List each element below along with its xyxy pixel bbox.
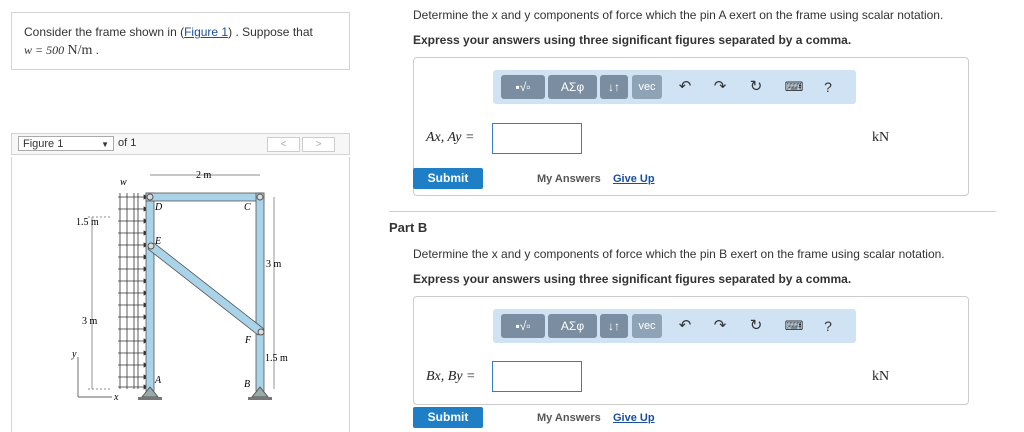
prev-figure-button[interactable]: <	[267, 137, 300, 152]
partB-question: Determine the x and y components of forc…	[413, 247, 945, 261]
part-divider	[389, 211, 996, 212]
member-CB	[255, 192, 265, 392]
help-button[interactable]: ?	[817, 314, 839, 338]
keyboard-icon[interactable]: ⌨	[783, 75, 805, 99]
figure-count: of 1	[118, 137, 137, 149]
figure-panel: w D C E F A B x y 2 m 1.5 m 3 m 3 m 1.5 …	[11, 157, 350, 432]
partA-submit-button[interactable]: Submit	[413, 168, 483, 189]
pin-D	[146, 193, 154, 201]
label-C: C	[244, 202, 251, 213]
partA-template-button[interactable]: ▪√▫	[501, 75, 545, 99]
figure-nav-bar: Figure 1 ▼ of 1 < >	[11, 133, 350, 155]
partA-my-answers-link[interactable]: My Answers	[537, 173, 601, 185]
partB-arrows-button[interactable]: ↓↑	[600, 314, 628, 338]
keyboard-icon[interactable]: ⌨	[783, 314, 805, 338]
partB-submit-button[interactable]: Submit	[413, 407, 483, 428]
dim-1-5-left: 1.5 m	[76, 217, 99, 228]
distributed-load	[119, 193, 139, 389]
redo-icon[interactable]: ↷	[709, 314, 731, 338]
template-icon: ▪√▫	[515, 80, 531, 94]
pin-F	[257, 328, 265, 336]
chevron-down-icon: ▼	[101, 140, 109, 149]
problem-intro: Consider the frame shown in (Figure 1) .…	[24, 25, 313, 39]
support-B	[248, 386, 272, 400]
partA-give-up-link[interactable]: Give Up	[613, 173, 655, 185]
member-DC	[145, 192, 265, 202]
pin-C	[256, 193, 264, 201]
partA-instruction: Express your answers using three signifi…	[413, 33, 852, 47]
partB-give-up-link[interactable]: Give Up	[613, 412, 655, 424]
label-x: x	[113, 392, 119, 403]
partA-vec-button[interactable]: vec	[632, 75, 662, 99]
frame-diagram: w D C E F A B x y 2 m 1.5 m 3 m 3 m 1.5 …	[71, 170, 288, 403]
problem-load: w = 500 N/m .	[24, 43, 100, 58]
pin-E	[147, 242, 155, 250]
partB-answer-input[interactable]	[492, 361, 582, 392]
reset-icon[interactable]: ↻	[745, 314, 767, 338]
dim-3-left: 3 m	[82, 316, 98, 327]
member-AD	[145, 192, 155, 392]
partB-title: Part B	[389, 220, 428, 235]
undo-icon[interactable]: ↶	[674, 314, 696, 338]
figure-link[interactable]: Figure 1	[184, 25, 228, 39]
label-w: w	[120, 177, 127, 188]
label-E: E	[154, 236, 161, 247]
help-button[interactable]: ?	[817, 75, 839, 99]
label-y: y	[71, 349, 77, 360]
label-F: F	[244, 335, 252, 346]
label-A: A	[154, 375, 162, 386]
partB-answer-panel: ▪√▫ ΑΣφ ↓↑ vec ↶ ↷ ↻ ⌨ ? Bx, By = kN	[413, 296, 969, 405]
load-arrows	[118, 194, 149, 390]
partA-greek-button[interactable]: ΑΣφ	[548, 75, 597, 99]
partB-vec-button[interactable]: vec	[632, 314, 662, 338]
partA-toolbar: ▪√▫ ΑΣφ ↓↑ vec ↶ ↷ ↻ ⌨ ?	[493, 70, 856, 104]
partA-unit: kN	[872, 130, 890, 145]
partB-unit: kN	[872, 369, 890, 384]
support-A	[138, 386, 162, 400]
label-D: D	[154, 202, 163, 213]
dim-1-5-right: 1.5 m	[265, 353, 288, 364]
label-B: B	[244, 379, 250, 390]
dim-3-right: 3 m	[266, 259, 282, 270]
partB-greek-button[interactable]: ΑΣφ	[548, 314, 597, 338]
partB-toolbar: ▪√▫ ΑΣφ ↓↑ vec ↶ ↷ ↻ ⌨ ?	[493, 309, 856, 343]
figure-select[interactable]: Figure 1 ▼	[18, 136, 114, 151]
next-figure-button[interactable]: >	[302, 137, 335, 152]
partA-question: Determine the x and y components of forc…	[413, 8, 944, 22]
partB-instruction: Express your answers using three signifi…	[413, 272, 852, 286]
undo-icon[interactable]: ↶	[674, 75, 696, 99]
reset-icon[interactable]: ↻	[745, 75, 767, 99]
partB-template-button[interactable]: ▪√▫	[501, 314, 545, 338]
partA-answer-label: Ax, Ay =	[426, 130, 475, 145]
axes	[77, 357, 112, 398]
problem-statement: Consider the frame shown in (Figure 1) .…	[11, 12, 350, 70]
redo-icon[interactable]: ↷	[709, 75, 731, 99]
partB-my-answers-link[interactable]: My Answers	[537, 412, 601, 424]
partA-answer-input[interactable]	[492, 123, 582, 154]
partA-arrows-button[interactable]: ↓↑	[600, 75, 628, 99]
dim-top: 2 m	[196, 170, 212, 181]
template-icon: ▪√▫	[515, 319, 531, 333]
partB-answer-label: Bx, By =	[426, 369, 476, 384]
partA-answer-panel: ▪√▫ ΑΣφ ↓↑ vec ↶ ↷ ↻ ⌨ ? Ax, Ay = kN	[413, 57, 969, 196]
member-EF	[147, 242, 265, 336]
